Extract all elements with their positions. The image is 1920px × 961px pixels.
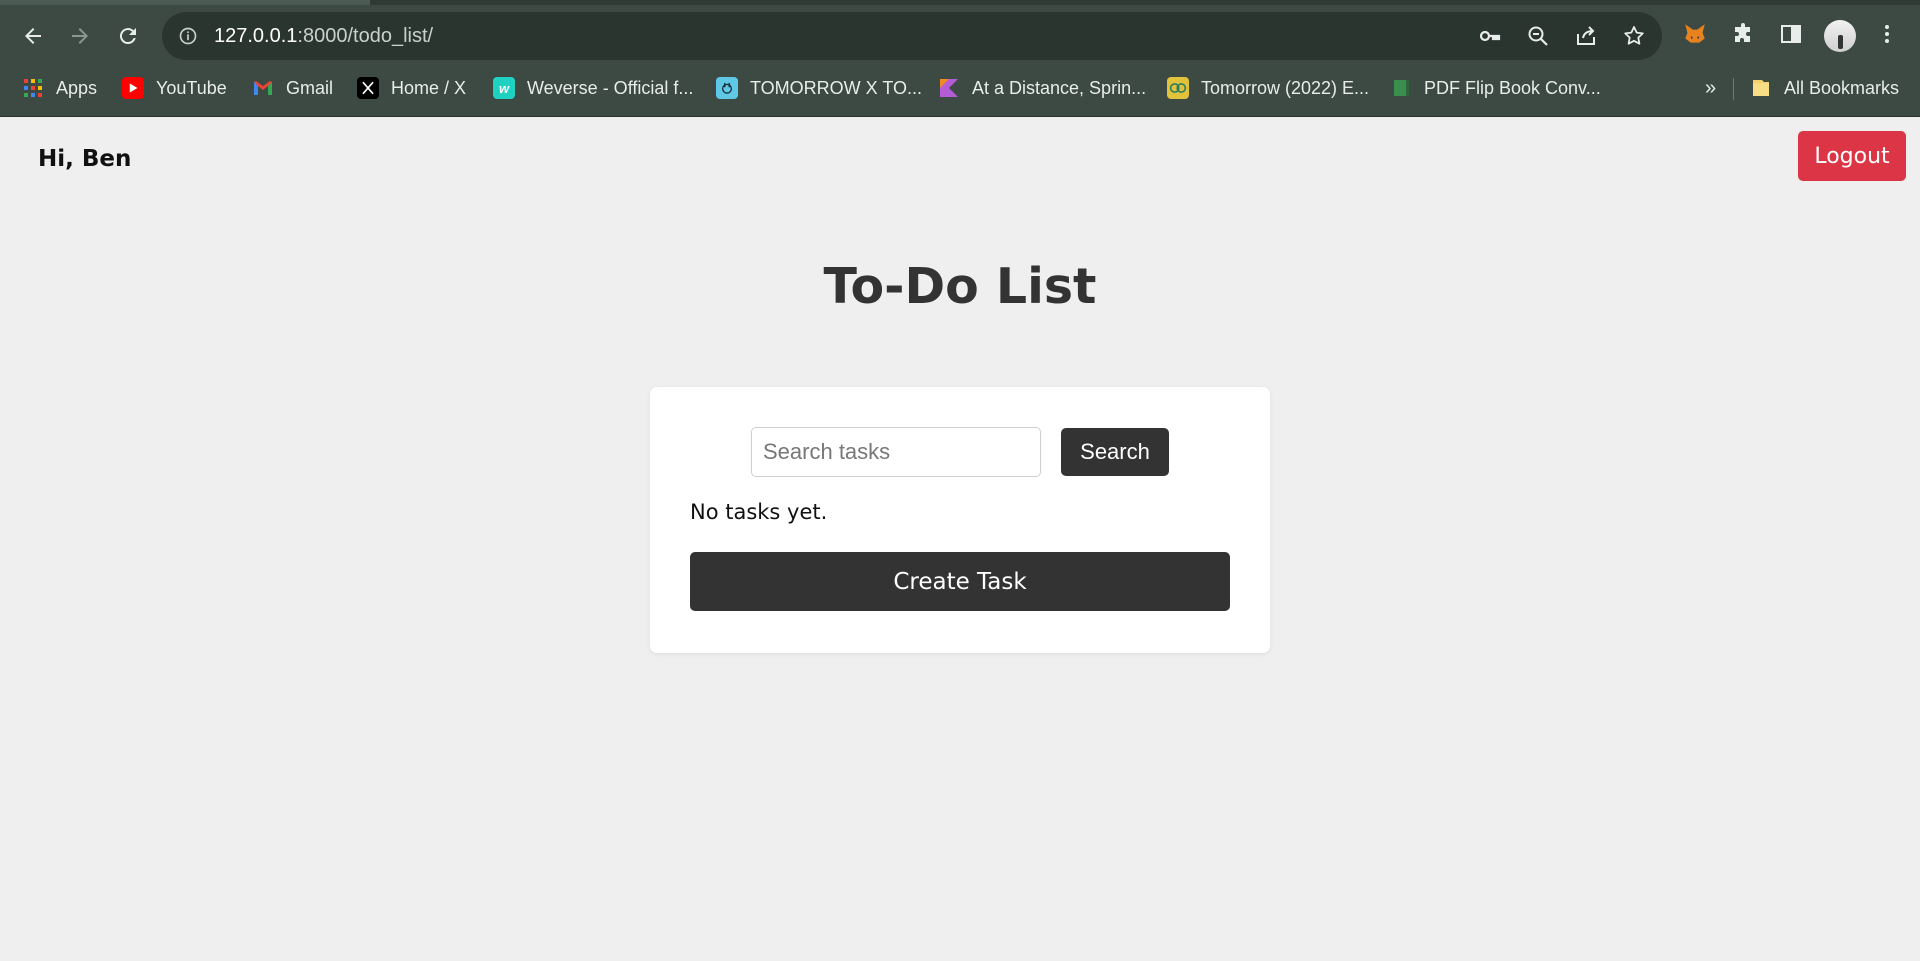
bookmark-txt[interactable]: TOMORROW X TO... xyxy=(716,70,922,106)
share-icon[interactable] xyxy=(1574,24,1598,48)
site-info-icon[interactable] xyxy=(176,24,200,48)
address-bar[interactable]: 127.0.0.1:8000/todo_list/ xyxy=(162,12,1662,60)
bookmark-tomorrow-2022[interactable]: Tomorrow (2022) E... xyxy=(1167,70,1369,106)
bookmark-label: At a Distance, Sprin... xyxy=(972,77,1147,98)
bookmark-youtube[interactable]: YouTube xyxy=(122,70,227,106)
gmail-icon xyxy=(252,77,274,99)
kotlin-icon xyxy=(938,77,960,99)
book-icon xyxy=(1390,77,1412,99)
weverse-icon: w xyxy=(493,77,515,99)
back-arrow-icon[interactable] xyxy=(15,18,51,54)
reload-icon[interactable] xyxy=(110,18,146,54)
drama-icon xyxy=(1167,77,1189,99)
bookmark-label: TOMORROW X TO... xyxy=(750,77,923,98)
star-icon[interactable] xyxy=(1622,24,1646,48)
key-icon[interactable] xyxy=(1478,24,1502,48)
bookmark-label: Gmail xyxy=(286,77,334,98)
folder-icon xyxy=(1750,77,1772,99)
search-button[interactable]: Search xyxy=(1061,428,1169,476)
bookmark-label: PDF Flip Book Conv... xyxy=(1424,77,1601,98)
todo-card: Search No tasks yet. Create Task xyxy=(650,387,1270,653)
bookmarks-bar: Apps YouTube Gmail Home / X w Weverse - … xyxy=(0,70,1920,106)
bookmark-label: Tomorrow (2022) E... xyxy=(1201,77,1370,98)
url-path: :8000/todo_list/ xyxy=(297,25,434,47)
more-menu-icon[interactable] xyxy=(1873,20,1901,48)
metamask-fox-icon[interactable] xyxy=(1681,20,1709,48)
bookmark-label: Apps xyxy=(56,77,98,98)
bookmark-gmail[interactable]: Gmail xyxy=(252,70,333,106)
bookmark-label: Home / X xyxy=(391,77,467,98)
user-greeting: Hi, Ben xyxy=(38,146,132,172)
url-host: 127.0.0.1 xyxy=(214,25,298,47)
create-task-button[interactable]: Create Task xyxy=(690,552,1230,611)
youtube-icon xyxy=(122,77,144,99)
bookmark-at-a-distance[interactable]: At a Distance, Sprin... xyxy=(938,70,1146,106)
page-title: To-Do List xyxy=(823,258,1097,315)
logout-button[interactable]: Logout xyxy=(1798,131,1906,181)
bookmark-label: Weverse - Official f... xyxy=(527,77,694,98)
profile-avatar[interactable] xyxy=(1824,20,1856,52)
txt-icon xyxy=(716,77,738,99)
url-text: 127.0.0.1:8000/todo_list/ xyxy=(214,12,433,60)
browser-chrome: 127.0.0.1:8000/todo_list/ Apps YouTube G… xyxy=(0,0,1920,117)
apps-grid-icon xyxy=(22,77,44,99)
forward-arrow-icon[interactable] xyxy=(62,18,98,54)
bookmark-x[interactable]: Home / X xyxy=(357,70,466,106)
side-panel-icon[interactable] xyxy=(1777,20,1805,48)
bookmarks-overflow-button[interactable]: » xyxy=(1705,70,1716,106)
tab-strip xyxy=(0,0,1920,5)
bookmark-pdf-flip-book[interactable]: PDF Flip Book Conv... xyxy=(1390,70,1601,106)
bookmark-apps[interactable]: Apps xyxy=(22,70,97,106)
bookmarks-divider xyxy=(1733,78,1734,100)
zoom-out-icon[interactable] xyxy=(1526,24,1550,48)
chrome-divider xyxy=(0,116,1920,117)
extensions-puzzle-icon[interactable] xyxy=(1729,20,1757,48)
search-input[interactable] xyxy=(751,427,1041,477)
all-bookmarks-label: All Bookmarks xyxy=(1784,77,1900,98)
bookmark-weverse[interactable]: w Weverse - Official f... xyxy=(493,70,693,106)
empty-tasks-message: No tasks yet. xyxy=(690,500,828,524)
bookmark-label: YouTube xyxy=(156,77,227,98)
all-bookmarks-button[interactable]: All Bookmarks xyxy=(1750,70,1899,106)
x-logo-icon xyxy=(357,77,379,99)
active-tab-hint[interactable] xyxy=(0,0,370,5)
